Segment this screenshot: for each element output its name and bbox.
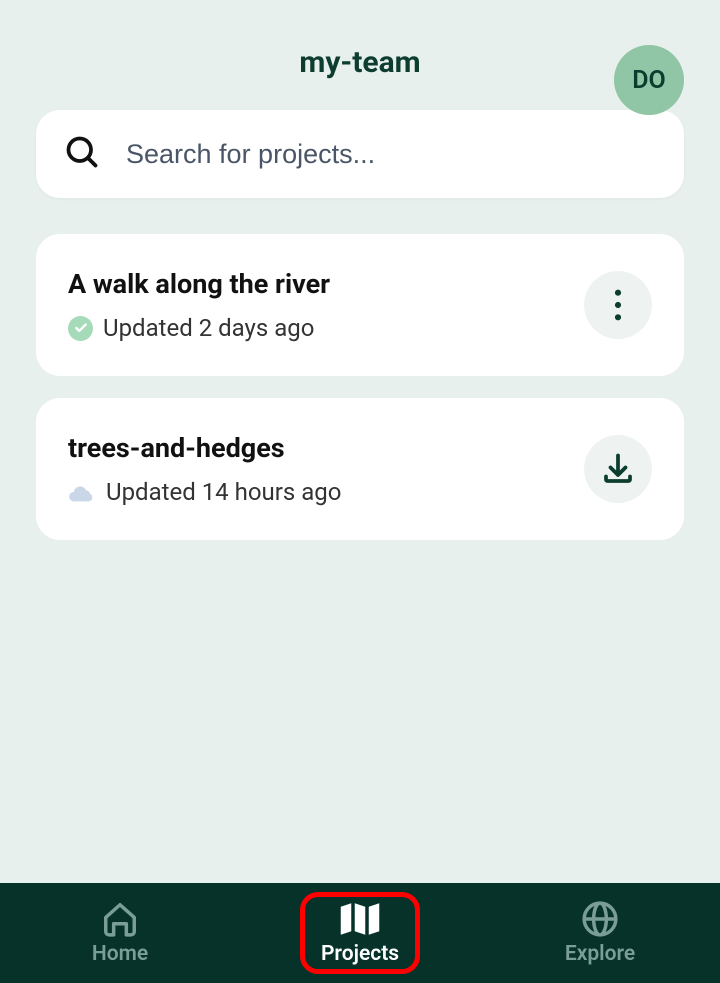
status-check-icon bbox=[68, 316, 93, 341]
globe-icon bbox=[581, 900, 619, 938]
home-icon bbox=[101, 900, 139, 938]
project-meta: Updated 14 hours ago bbox=[68, 478, 584, 506]
updated-label: Updated 14 hours ago bbox=[106, 478, 341, 506]
download-icon bbox=[600, 451, 636, 487]
project-title: trees-and-hedges bbox=[68, 432, 584, 464]
bottom-nav: Home Projects Explore bbox=[0, 883, 720, 983]
avatar[interactable]: DO bbox=[614, 45, 684, 115]
nav-home[interactable]: Home bbox=[60, 892, 180, 974]
project-card[interactable]: A walk along the river Updated 2 days ag… bbox=[36, 234, 684, 376]
project-info: trees-and-hedges Updated 14 hours ago bbox=[68, 432, 584, 506]
search-bar[interactable] bbox=[36, 110, 684, 198]
nav-label: Projects bbox=[321, 942, 399, 966]
nav-label: Explore bbox=[565, 942, 635, 966]
header: my-team DO bbox=[0, 0, 720, 110]
nav-explore[interactable]: Explore bbox=[540, 892, 660, 974]
project-card[interactable]: trees-and-hedges Updated 14 hours ago bbox=[36, 398, 684, 540]
dots-vertical-icon bbox=[614, 289, 622, 321]
map-icon bbox=[339, 900, 381, 938]
project-info: A walk along the river Updated 2 days ag… bbox=[68, 268, 584, 342]
nav-label: Home bbox=[92, 942, 148, 966]
updated-label: Updated 2 days ago bbox=[103, 314, 314, 342]
search-input[interactable] bbox=[126, 139, 656, 170]
page-title: my-team bbox=[299, 45, 420, 80]
nav-projects[interactable]: Projects bbox=[300, 892, 420, 974]
more-button[interactable] bbox=[584, 271, 652, 339]
search-icon bbox=[64, 134, 100, 174]
project-meta: Updated 2 days ago bbox=[68, 314, 584, 342]
download-button[interactable] bbox=[584, 435, 652, 503]
project-title: A walk along the river bbox=[68, 268, 584, 300]
status-cloud-icon bbox=[68, 478, 96, 506]
projects-list: A walk along the river Updated 2 days ag… bbox=[0, 234, 720, 540]
